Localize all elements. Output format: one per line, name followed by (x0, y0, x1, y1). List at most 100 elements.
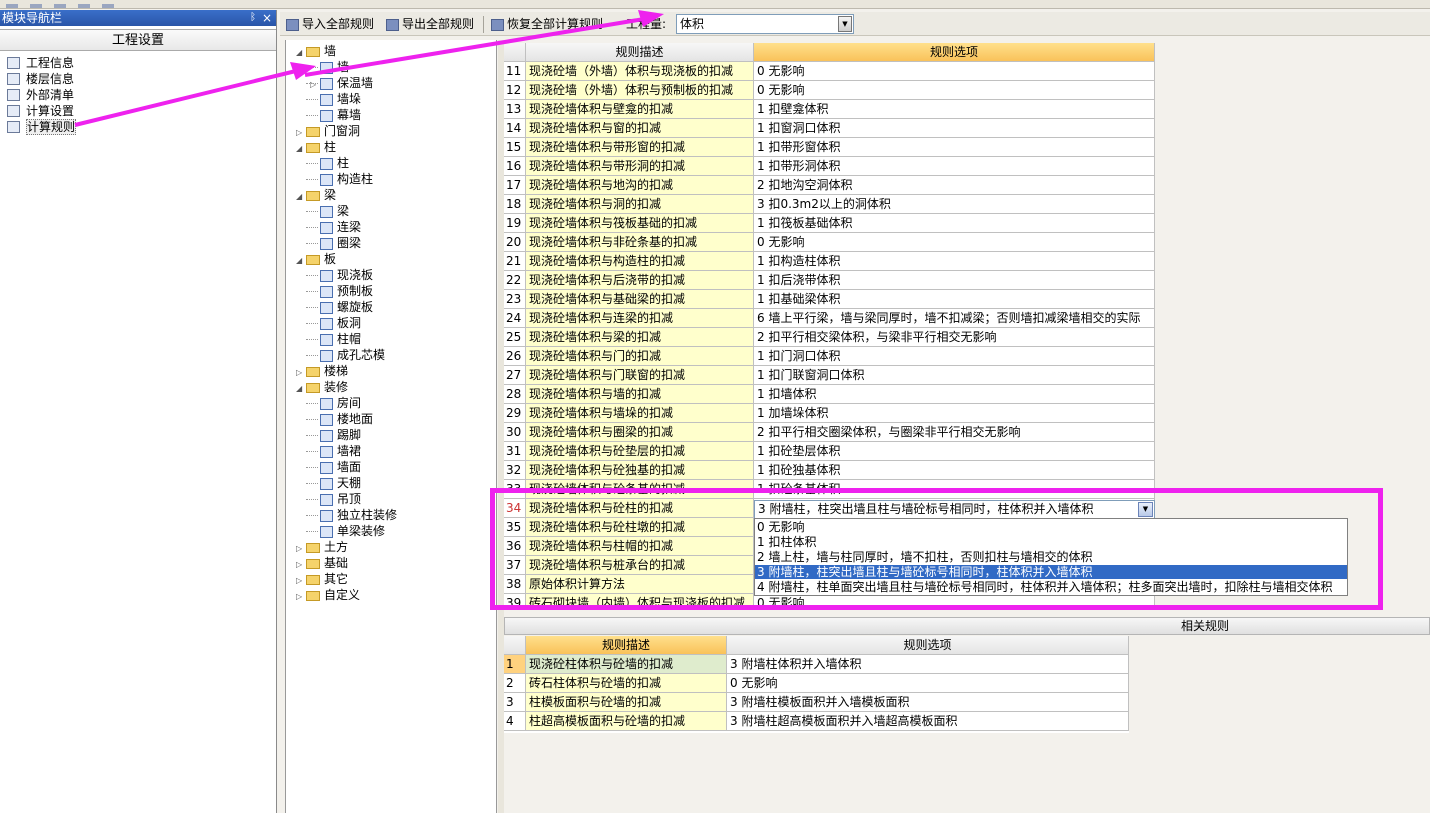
nav-item[interactable]: 计算设置 (6, 103, 276, 119)
table-row[interactable]: 27 现浇砼墙体积与门联窗的扣减 1 扣门联窗洞口体积 (504, 366, 1155, 385)
rule-option[interactable]: 1 加墙垛体积 (754, 404, 1155, 423)
table-row[interactable]: 30 现浇砼墙体积与圈梁的扣减 2 扣平行相交圈梁体积，与圈梁非平行相交无影响 (504, 423, 1155, 442)
table-row[interactable]: 4 柱超高模板面积与砼墙的扣减 3 附墙柱超高模板面积并入墙超高模板面积 (504, 712, 1129, 731)
table-row[interactable]: 11 现浇砼墙（外墙）体积与现浇板的扣减 0 无影响 (504, 62, 1155, 81)
rule-option[interactable]: 0 无影响 (754, 62, 1155, 81)
header-desc[interactable]: 规则描述 (526, 636, 727, 655)
table-row[interactable]: 2 砖石柱体积与砼墙的扣减 0 无影响 (504, 674, 1129, 693)
rule-option[interactable]: 3 附墙柱模板面积并入墙模板面积 (727, 693, 1129, 712)
table-row[interactable]: 32 现浇砼墙体积与砼独基的扣减 1 扣砼独基体积 (504, 461, 1155, 480)
rule-option[interactable]: 1 扣基础梁体积 (754, 290, 1155, 309)
table-row[interactable]: 1 现浇砼柱体积与砼墙的扣减 3 附墙柱体积并入墙体积 (504, 655, 1129, 674)
collapse-icon[interactable]: ◢ (296, 141, 306, 157)
tree-item[interactable]: 独立柱装修 (306, 507, 397, 523)
tree-item[interactable]: ▷ 保温墙 (306, 75, 373, 91)
pin-icon[interactable]: ᛒ (250, 10, 256, 26)
tree-item[interactable]: 构造柱 (306, 171, 373, 187)
rule-option[interactable]: 2 扣平行相交梁体积，与梁非平行相交无影响 (754, 328, 1155, 347)
tree-item[interactable]: 楼地面 (306, 411, 373, 427)
collapse-icon[interactable]: ◢ (296, 189, 306, 205)
rule-option[interactable]: 1 扣带形洞体积 (754, 157, 1155, 176)
tree-item[interactable]: 连梁 (306, 219, 361, 235)
tree-item[interactable]: 螺旋板 (306, 299, 373, 315)
table-row[interactable]: 20 现浇砼墙体积与非砼条基的扣减 0 无影响 (504, 233, 1155, 252)
tree-item[interactable]: 板洞 (306, 315, 361, 331)
header-desc[interactable]: 规则描述 (526, 43, 754, 62)
chevron-down-icon[interactable]: ▼ (838, 16, 852, 32)
import-rules-button[interactable]: 导入全部规则 (286, 16, 374, 33)
table-row[interactable]: 25 现浇砼墙体积与梁的扣减 2 扣平行相交梁体积，与梁非平行相交无影响 (504, 328, 1155, 347)
tree-item[interactable]: 墙垛 (306, 91, 361, 107)
tree-folder[interactable]: ◢ 墙 (296, 43, 336, 59)
rule-option[interactable]: 0 无影响 (727, 674, 1129, 693)
nav-tab-project-settings[interactable]: 工程设置 (0, 29, 276, 51)
expand-icon[interactable]: ▷ (310, 77, 320, 93)
collapse-icon[interactable]: ◢ (296, 381, 306, 397)
table-row[interactable]: 14 现浇砼墙体积与窗的扣减 1 扣窗洞口体积 (504, 119, 1155, 138)
table-row[interactable]: 18 现浇砼墙体积与洞的扣减 3 扣0.3m2以上的洞体积 (504, 195, 1155, 214)
nav-item[interactable]: 楼层信息 (6, 71, 276, 87)
rule-option[interactable]: 1 扣后浇带体积 (754, 271, 1155, 290)
rule-option[interactable]: 1 扣窗洞口体积 (754, 119, 1155, 138)
table-row[interactable]: 22 现浇砼墙体积与后浇带的扣减 1 扣后浇带体积 (504, 271, 1155, 290)
collapse-icon[interactable]: ◢ (296, 253, 306, 269)
rule-option[interactable]: 3 附墙柱超高模板面积并入墙超高模板面积 (727, 712, 1129, 731)
tree-item[interactable]: 柱帽 (306, 331, 361, 347)
expand-icon[interactable]: ▷ (296, 589, 306, 605)
table-row[interactable]: 26 现浇砼墙体积与门的扣减 1 扣门洞口体积 (504, 347, 1155, 366)
header-opt[interactable]: 规则选项 (754, 43, 1155, 62)
tree-folder[interactable]: ▷ 基础 (296, 555, 348, 571)
tree-item[interactable]: 预制板 (306, 283, 373, 299)
tree-item[interactable]: 墙面 (306, 459, 361, 475)
rule-option[interactable]: 1 扣砼垫层体积 (754, 442, 1155, 461)
restore-rules-button[interactable]: 恢复全部计算规则 (491, 16, 603, 33)
rule-option[interactable]: 0 无影响 (754, 233, 1155, 252)
tree-folder[interactable]: ◢ 装修 (296, 379, 348, 395)
tree-item[interactable]: 梁 (306, 203, 349, 219)
tree-item[interactable]: 单梁装修 (306, 523, 385, 539)
tree-item[interactable]: 踢脚 (306, 427, 361, 443)
table-row[interactable]: 31 现浇砼墙体积与砼垫层的扣减 1 扣砼垫层体积 (504, 442, 1155, 461)
tree-item[interactable]: 房间 (306, 395, 361, 411)
table-row[interactable]: 12 现浇砼墙（外墙）体积与预制板的扣减 0 无影响 (504, 81, 1155, 100)
rule-option[interactable]: 1 扣壁龛体积 (754, 100, 1155, 119)
tree-folder[interactable]: ▷ 自定义 (296, 587, 360, 603)
rule-option[interactable]: 2 扣地沟空洞体积 (754, 176, 1155, 195)
tree-item[interactable]: 天棚 (306, 475, 361, 491)
tree-item[interactable]: 墙裙 (306, 443, 361, 459)
rule-option[interactable]: 6 墙上平行梁，墙与梁同厚时，墙不扣减梁；否则墙扣减梁墙相交的实际 (754, 309, 1155, 328)
close-icon[interactable]: × (262, 10, 272, 26)
rule-option[interactable]: 1 扣筏板基础体积 (754, 214, 1155, 233)
tree-folder[interactable]: ▷ 其它 (296, 571, 348, 587)
tree-folder[interactable]: ◢ 板 (296, 251, 336, 267)
nav-item[interactable]: 计算规则 (6, 119, 276, 135)
tree-item[interactable]: 吊顶 (306, 491, 361, 507)
nav-item[interactable]: 工程信息 (6, 55, 276, 71)
tree-item[interactable]: 幕墙 (306, 107, 361, 123)
rule-option[interactable]: 1 扣墙体积 (754, 385, 1155, 404)
table-row[interactable]: 3 柱模板面积与砼墙的扣减 3 附墙柱模板面积并入墙模板面积 (504, 693, 1129, 712)
rule-option[interactable]: 1 扣构造柱体积 (754, 252, 1155, 271)
table-row[interactable]: 24 现浇砼墙体积与连梁的扣减 6 墙上平行梁，墙与梁同厚时，墙不扣减梁；否则墙扣减… (504, 309, 1155, 328)
rule-option[interactable]: 1 扣门洞口体积 (754, 347, 1155, 366)
tree-folder[interactable]: ◢ 梁 (296, 187, 336, 203)
nav-item[interactable]: 外部清单 (6, 87, 276, 103)
table-row[interactable]: 13 现浇砼墙体积与壁龛的扣减 1 扣壁龛体积 (504, 100, 1155, 119)
tree-item[interactable]: 成孔芯模 (306, 347, 385, 363)
table-row[interactable]: 21 现浇砼墙体积与构造柱的扣减 1 扣构造柱体积 (504, 252, 1155, 271)
rule-option[interactable]: 0 无影响 (754, 81, 1155, 100)
table-row[interactable]: 15 现浇砼墙体积与带形窗的扣减 1 扣带形窗体积 (504, 138, 1155, 157)
rule-option[interactable]: 3 附墙柱体积并入墙体积 (727, 655, 1129, 674)
table-row[interactable]: 23 现浇砼墙体积与基础梁的扣减 1 扣基础梁体积 (504, 290, 1155, 309)
table-row[interactable]: 16 现浇砼墙体积与带形洞的扣减 1 扣带形洞体积 (504, 157, 1155, 176)
table-row[interactable]: 29 现浇砼墙体积与墙垛的扣减 1 加墙垛体积 (504, 404, 1155, 423)
export-rules-button[interactable]: 导出全部规则 (386, 16, 474, 33)
tree-folder[interactable]: ▷ 土方 (296, 539, 348, 555)
table-row[interactable]: 17 现浇砼墙体积与地沟的扣减 2 扣地沟空洞体积 (504, 176, 1155, 195)
tree-item[interactable]: 墙 (306, 59, 349, 75)
rule-option[interactable]: 1 扣带形窗体积 (754, 138, 1155, 157)
table-row[interactable]: 19 现浇砼墙体积与筏板基础的扣减 1 扣筏板基础体积 (504, 214, 1155, 233)
rule-option[interactable]: 1 扣砼独基体积 (754, 461, 1155, 480)
header-opt[interactable]: 规则选项 (727, 636, 1129, 655)
rule-option[interactable]: 2 扣平行相交圈梁体积，与圈梁非平行相交无影响 (754, 423, 1155, 442)
